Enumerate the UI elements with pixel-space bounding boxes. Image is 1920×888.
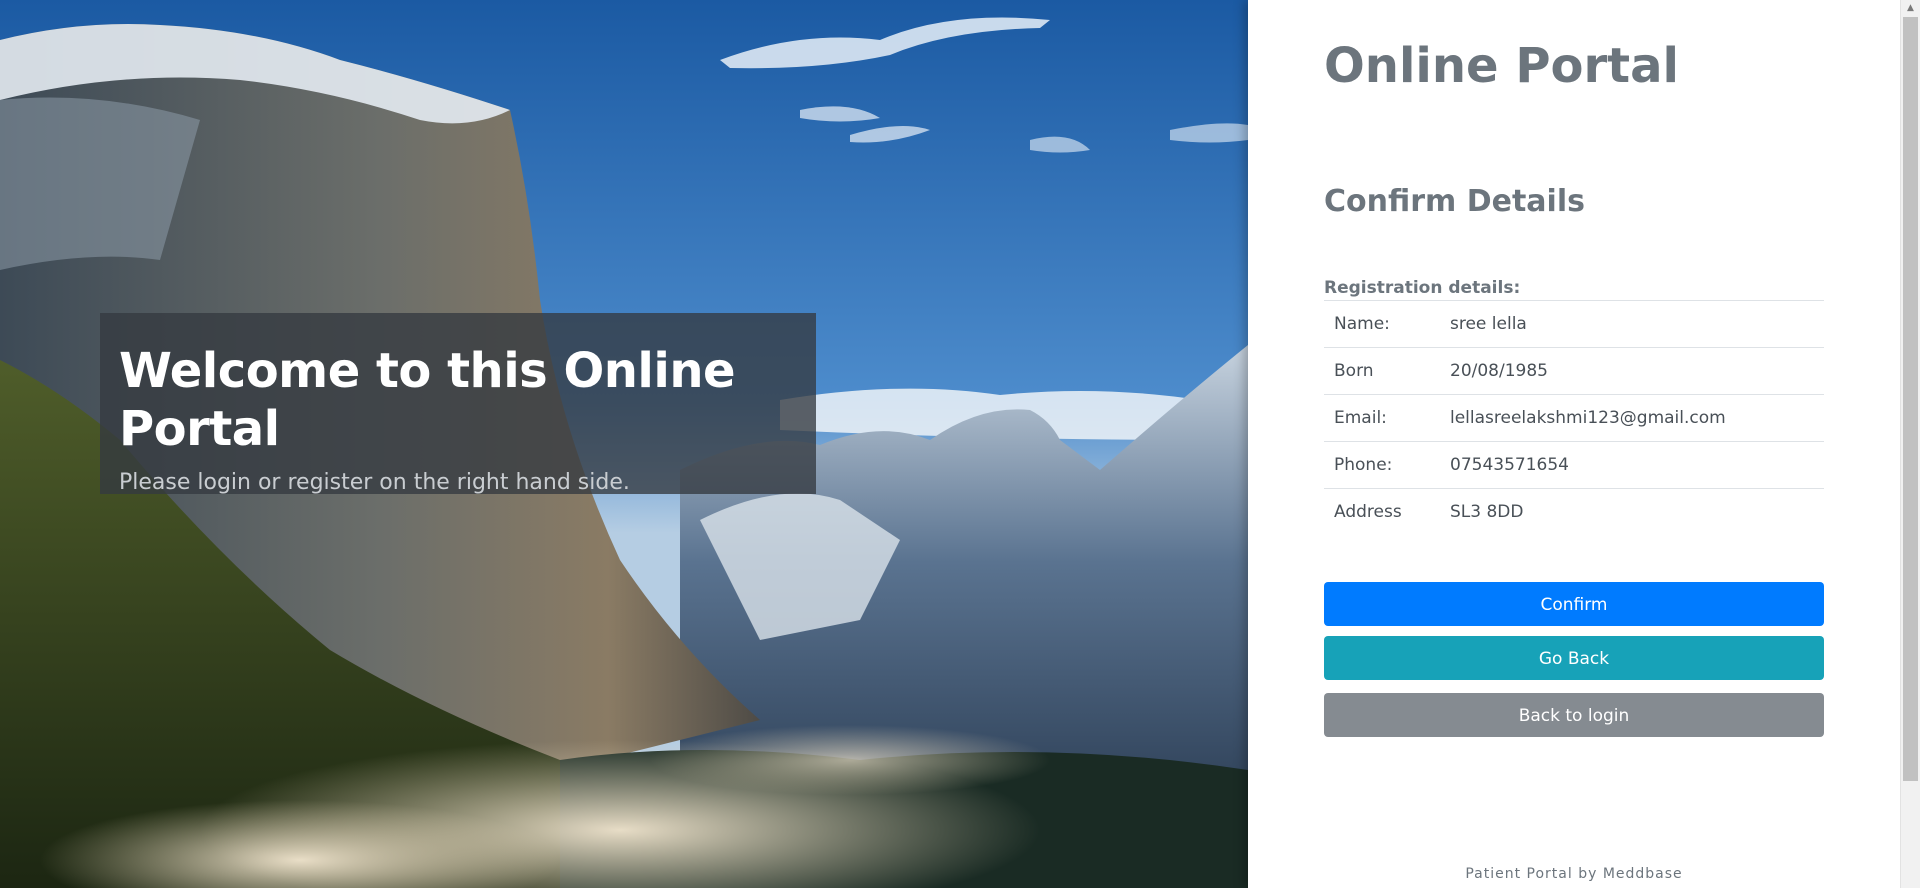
registration-details-label: Registration details: [1324, 278, 1521, 298]
confirm-button[interactable]: Confirm [1324, 582, 1824, 626]
confirm-panel: Online Portal Confirm Details Registrati… [1248, 0, 1900, 888]
detail-key-name: Name: [1324, 300, 1440, 348]
page: Welcome to this Online Portal Please log… [0, 0, 1920, 888]
detail-value-born: 20/08/1985 [1440, 347, 1824, 395]
table-row: Address SL3 8DD [1324, 488, 1824, 536]
table-row: Email: lellasreelakshmi123@gmail.com [1324, 394, 1824, 442]
detail-value-email: lellasreelakshmi123@gmail.com [1440, 394, 1824, 442]
go-back-button[interactable]: Go Back [1324, 636, 1824, 680]
detail-value-address: SL3 8DD [1440, 488, 1824, 536]
portal-title: Online Portal [1324, 38, 1679, 94]
footer-text: Patient Portal by Meddbase [1465, 866, 1683, 882]
detail-key-phone: Phone: [1324, 441, 1440, 489]
welcome-subtitle: Please login or register on the right ha… [119, 470, 630, 496]
detail-key-email: Email: [1324, 394, 1440, 442]
table-row: Name: sree lella [1324, 300, 1824, 348]
confirm-details-heading: Confirm Details [1324, 184, 1585, 219]
detail-value-phone: 07543571654 [1440, 441, 1824, 489]
table-row: Born 20/08/1985 [1324, 347, 1824, 395]
detail-key-born: Born [1324, 347, 1440, 395]
vertical-scrollbar[interactable]: ▲ [1900, 0, 1920, 888]
welcome-overlay: Welcome to this Online Portal Please log… [100, 313, 816, 496]
detail-key-address: Address [1324, 488, 1440, 536]
welcome-title: Welcome to this Online Portal [119, 343, 736, 457]
table-row: Phone: 07543571654 [1324, 441, 1824, 489]
scroll-up-icon[interactable]: ▲ [1901, 0, 1920, 17]
detail-value-name: sree lella [1440, 300, 1824, 348]
hero-background: Welcome to this Online Portal Please log… [0, 0, 1248, 888]
registration-details-table: Name: sree lella Born 20/08/1985 Email: … [1324, 300, 1824, 536]
scrollbar-thumb[interactable] [1903, 17, 1918, 781]
back-to-login-button[interactable]: Back to login [1324, 693, 1824, 737]
